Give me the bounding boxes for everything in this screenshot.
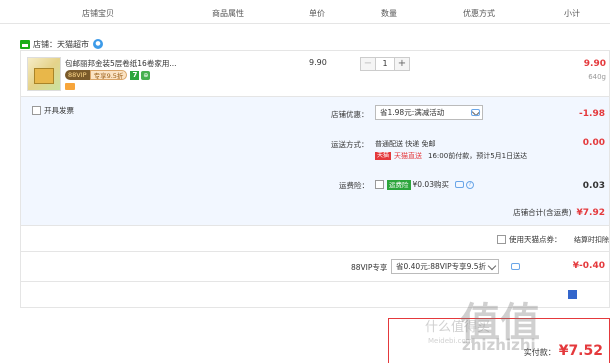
col-price: 单价 [309,9,325,18]
shop-discount-label: 店铺优惠： [331,110,369,119]
chat-bubble-icon[interactable]: ● [93,39,103,49]
col-subtotal: 小计 [564,9,580,18]
points-option[interactable]: 使用天猫点券： [497,234,562,245]
shop-discount-amount: -1.98 [579,109,605,119]
vip-discount-select[interactable]: 省0.40元:88VIP专享9.5折 [391,259,499,274]
insurance-amount: 0.03 [582,181,605,191]
shop-discount-select[interactable]: 省1.98元:满减活动 [375,105,483,120]
vip-row-label: 88VIP专享 [351,263,388,272]
unit-price: 9.90 [309,58,327,67]
seven-day-return-badge: 7 [130,70,140,80]
insurance-checkbox[interactable] [375,180,384,189]
shop-icon [20,39,30,49]
invoice-option[interactable]: 开具发票 [32,105,74,116]
vip-amount: ¥-0.40 [572,261,605,271]
shipping-promise: 16:00前付款，预计5月1日送达 [428,152,528,160]
table-header: 店铺宝贝 商品属性 单价 数量 优惠方式 小计 [0,0,610,24]
col-discount: 优惠方式 [463,9,495,18]
vip-select-value: 省0.40元:88VIP专享9.5折 [396,262,487,271]
invoice-label: 开具发票 [44,106,74,115]
shop-discount-value: 省1.98元:满减活动 [380,108,445,117]
vip-chip: 88VIP [65,70,90,80]
order-extras: 开具发票 店铺优惠： 省1.98元:满减活动 -1.98 运送方式： 普通配送 … [20,96,610,226]
option-checkbox[interactable] [568,290,577,299]
qty-input[interactable]: 1 [376,57,394,71]
item-weight: 640g [588,73,606,81]
col-shop-item: 店铺宝贝 [82,9,114,18]
item-row: 包邮丽邦金装5层卷纸16卷家用... 88VIP 专享9.5折 7 ⊕ [20,50,610,96]
chevron-down-icon [487,261,497,271]
shipping-promise-row: 天猫 天猫直送 16:00前付款，预计5月1日送达 [375,151,527,161]
watermark-url: Meidebi.com [428,337,473,345]
shipping-method: 普通配送 快递 免邮 [375,140,436,148]
insurance-option[interactable]: 运费险 ¥0.03购买 ? [375,179,474,190]
chat-icon[interactable] [471,109,480,116]
points-note: 结算时扣除 [574,236,609,244]
shop-name[interactable]: 店铺：天猫超市 [33,39,89,50]
vip-tag: 88VIP 专享9.5折 7 ⊕ [65,70,151,80]
shop-total: 店铺合计(含运费) ¥7.92 [513,207,605,218]
watermark-text: zhizhizhi [462,336,536,354]
product-title[interactable]: 包邮丽邦金装5层卷纸16卷家用... [65,58,176,69]
tmall-logo-icon: 天猫 [375,152,392,160]
insurance-tag: 运费险 [387,179,411,190]
vip-discount-label: 专享9.5折 [89,70,128,80]
invoice-checkbox[interactable] [32,106,41,115]
col-attrs: 商品属性 [212,9,244,18]
help-icon[interactable]: ? [465,180,474,189]
guarantee-icon: ⊕ [141,70,151,80]
points-row: 使用天猫点券： 结算时扣除 [20,226,610,252]
vip-row: 88VIP专享 省0.40元:88VIP专享9.5折 ¥-0.40 [20,252,610,282]
coupon-icon [65,83,75,90]
item-subtotal: 9.90 [583,59,606,69]
shipping-label: 运送方式： [331,140,369,149]
insurance-label: 运费险： [339,181,369,190]
qty-minus-button[interactable]: − [360,57,376,71]
chat-icon[interactable] [454,181,464,188]
points-label: 使用天猫点券： [509,235,562,244]
shop-total-label: 店铺合计(含运费) [513,208,572,217]
quantity-stepper: − 1 + [360,57,410,71]
points-checkbox[interactable] [497,235,506,244]
col-qty: 数量 [381,9,397,18]
product-thumbnail[interactable] [27,57,61,91]
insurance-price: ¥0.03购买 [412,180,449,189]
shop-line: 店铺：天猫超市 ● [20,37,103,51]
qty-plus-button[interactable]: + [394,57,410,71]
shop-total-value: ¥7.92 [576,208,605,218]
watermark-text: 什么值得买 [425,320,491,335]
pay-value: ¥7.52 [558,343,603,359]
shipping-amount: 0.00 [582,138,605,148]
tmall-direct-label: 天猫直送 [394,152,423,160]
chat-icon[interactable] [511,263,520,270]
